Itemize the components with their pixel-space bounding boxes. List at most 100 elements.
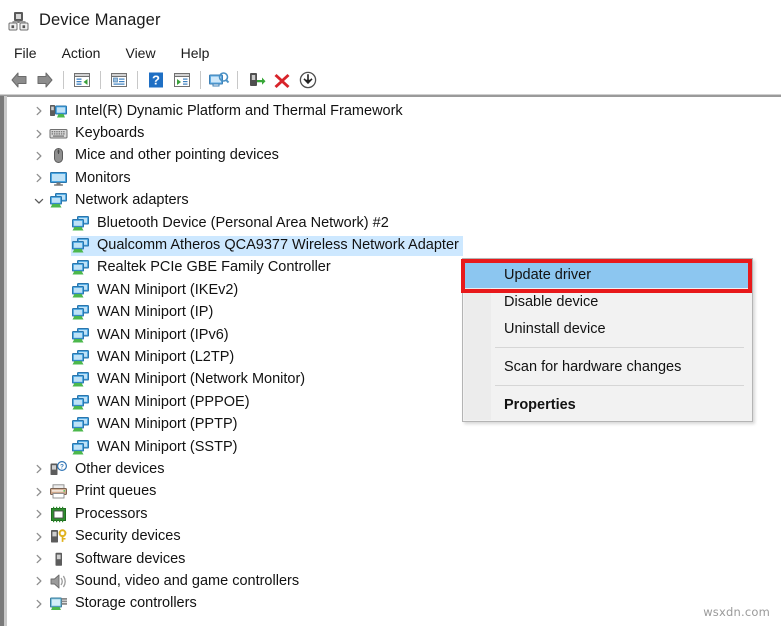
tree-row-content[interactable]: WAN Miniport (IPv6) bbox=[71, 325, 233, 345]
toolbar-separator bbox=[100, 71, 101, 89]
tree-row-content[interactable]: Keyboards bbox=[49, 124, 148, 144]
chevron-right-icon[interactable] bbox=[31, 461, 47, 477]
tree-row-label: Realtek PCIe GBE Family Controller bbox=[97, 259, 331, 276]
tree-row[interactable]: Network adapters bbox=[7, 190, 781, 212]
tree-row-content[interactable]: Print queues bbox=[49, 482, 160, 502]
tree-row[interactable]: Monitors bbox=[7, 167, 781, 189]
tree-row-content[interactable]: Security devices bbox=[49, 527, 185, 547]
device-manager-icon bbox=[8, 10, 30, 32]
chevron-right-icon[interactable] bbox=[31, 596, 47, 612]
tree-row-content[interactable]: Qualcomm Atheros QCA9377 Wireless Networ… bbox=[71, 235, 463, 256]
tree-row-content[interactable]: Network adapters bbox=[49, 191, 193, 211]
tree-row-content[interactable]: Mice and other pointing devices bbox=[49, 146, 283, 166]
device-manager-window: Device Manager File Action View Help ? I… bbox=[0, 0, 781, 626]
menu-action[interactable]: Action bbox=[60, 43, 103, 63]
tree-row-content[interactable]: Storage controllers bbox=[49, 594, 201, 614]
uninstall-device-icon[interactable] bbox=[269, 68, 295, 92]
tree-row[interactable]: Storage controllers bbox=[7, 593, 781, 615]
context-menu-disable-device[interactable]: Disable device bbox=[463, 288, 752, 315]
forward-arrow-icon[interactable] bbox=[32, 68, 58, 92]
tree-row-content[interactable]: WAN Miniport (SSTP) bbox=[71, 437, 241, 457]
title-bar: Device Manager bbox=[0, 0, 781, 40]
tree-row-content[interactable]: Monitors bbox=[49, 168, 135, 188]
system-device-icon bbox=[49, 103, 68, 120]
tree-row[interactable]: Software devices bbox=[7, 548, 781, 570]
chevron-right-icon[interactable] bbox=[31, 126, 47, 142]
tree-row-label: WAN Miniport (SSTP) bbox=[97, 438, 238, 455]
properties-icon[interactable] bbox=[106, 68, 132, 92]
context-menu-update-driver[interactable]: Update driver bbox=[463, 261, 752, 288]
chevron-right-icon[interactable] bbox=[31, 103, 47, 119]
tree-row[interactable]: Qualcomm Atheros QCA9377 Wireless Networ… bbox=[7, 234, 781, 256]
chevron-right-icon[interactable] bbox=[31, 506, 47, 522]
toolbar: ? bbox=[0, 66, 781, 95]
network-adapter-icon bbox=[71, 416, 90, 433]
tree-row-label: Network adapters bbox=[75, 192, 189, 209]
printer-icon bbox=[49, 483, 68, 500]
menu-view[interactable]: View bbox=[123, 43, 157, 63]
tree-row[interactable]: Keyboards bbox=[7, 122, 781, 144]
tree-row[interactable]: Security devices bbox=[7, 525, 781, 547]
tree-row-content[interactable]: Sound, video and game controllers bbox=[49, 571, 303, 591]
tree-row-content[interactable]: WAN Miniport (PPPOE) bbox=[71, 392, 254, 412]
tree-row-content[interactable]: WAN Miniport (PPTP) bbox=[71, 415, 241, 435]
tree-row[interactable]: Mice and other pointing devices bbox=[7, 145, 781, 167]
tree-row-content[interactable]: WAN Miniport (Network Monitor) bbox=[71, 370, 309, 390]
tree-row-content[interactable]: WAN Miniport (IKEv2) bbox=[71, 280, 242, 300]
tree-row-content[interactable]: Intel(R) Dynamic Platform and Thermal Fr… bbox=[49, 101, 407, 121]
network-adapter-icon bbox=[71, 327, 90, 344]
tree-row[interactable]: ? Other devices bbox=[7, 458, 781, 480]
enable-device-icon[interactable] bbox=[243, 68, 269, 92]
tree-row-content[interactable]: Bluetooth Device (Personal Area Network)… bbox=[71, 213, 393, 233]
speaker-icon bbox=[49, 573, 68, 590]
network-adapter-icon bbox=[71, 304, 90, 321]
tree-row-label: Bluetooth Device (Personal Area Network)… bbox=[97, 214, 389, 231]
context-menu-scan-for-hardware-changes[interactable]: Scan for hardware changes bbox=[463, 353, 752, 380]
tree-row-content[interactable]: WAN Miniport (L2TP) bbox=[71, 347, 238, 367]
tree-row-content[interactable]: Realtek PCIe GBE Family Controller bbox=[71, 258, 335, 278]
context-menu-uninstall-device[interactable]: Uninstall device bbox=[463, 315, 752, 342]
chevron-right-icon[interactable] bbox=[31, 148, 47, 164]
context-menu-separator bbox=[495, 347, 744, 348]
tree-row[interactable]: Print queues bbox=[7, 481, 781, 503]
tree-row[interactable]: WAN Miniport (SSTP) bbox=[7, 436, 781, 458]
tree-row[interactable]: Sound, video and game controllers bbox=[7, 570, 781, 592]
back-arrow-icon[interactable] bbox=[6, 68, 32, 92]
context-menu-properties[interactable]: Properties bbox=[463, 391, 752, 418]
storage-controller-icon bbox=[49, 595, 68, 612]
tree-row[interactable]: Intel(R) Dynamic Platform and Thermal Fr… bbox=[7, 100, 781, 122]
tree-row-content[interactable]: ? Other devices bbox=[49, 459, 168, 479]
tree-row[interactable]: Bluetooth Device (Personal Area Network)… bbox=[7, 212, 781, 234]
menu-file[interactable]: File bbox=[12, 43, 39, 63]
security-device-icon bbox=[49, 528, 68, 545]
chevron-right-icon[interactable] bbox=[31, 484, 47, 500]
up-one-level-icon[interactable] bbox=[69, 68, 95, 92]
update-driver-icon[interactable] bbox=[295, 68, 321, 92]
unknown-device-icon: ? bbox=[49, 460, 68, 478]
tree-row-label: WAN Miniport (IKEv2) bbox=[97, 281, 239, 298]
tree-row-label: Security devices bbox=[75, 528, 181, 545]
tree-row[interactable]: Processors bbox=[7, 503, 781, 525]
help-icon[interactable]: ? bbox=[143, 68, 169, 92]
chevron-right-icon[interactable] bbox=[31, 573, 47, 589]
scan-hardware-changes-icon[interactable] bbox=[206, 68, 232, 92]
tree-row-content[interactable]: WAN Miniport (IP) bbox=[71, 303, 217, 323]
tree-row-label: Storage controllers bbox=[75, 595, 197, 612]
tree-row-label: Print queues bbox=[75, 483, 157, 500]
context-menu-separator bbox=[495, 385, 744, 386]
tree-row-label: Processors bbox=[75, 505, 148, 522]
menu-help[interactable]: Help bbox=[179, 43, 212, 63]
network-adapter-icon bbox=[71, 215, 90, 232]
chevron-right-icon[interactable] bbox=[31, 170, 47, 186]
chevron-down-icon[interactable] bbox=[31, 193, 47, 209]
context-menu[interactable]: Update driver Disable device Uninstall dev… bbox=[462, 258, 753, 422]
chevron-right-icon[interactable] bbox=[31, 529, 47, 545]
network-adapter-icon bbox=[71, 349, 90, 366]
chevron-right-icon[interactable] bbox=[31, 551, 47, 567]
keyboard-icon bbox=[49, 125, 68, 142]
tree-row-content[interactable]: Software devices bbox=[49, 549, 189, 569]
tree-row-content[interactable]: Processors bbox=[49, 504, 152, 524]
show-hidden-devices-icon[interactable] bbox=[169, 68, 195, 92]
mouse-icon bbox=[49, 147, 68, 164]
svg-text:?: ? bbox=[60, 464, 64, 471]
